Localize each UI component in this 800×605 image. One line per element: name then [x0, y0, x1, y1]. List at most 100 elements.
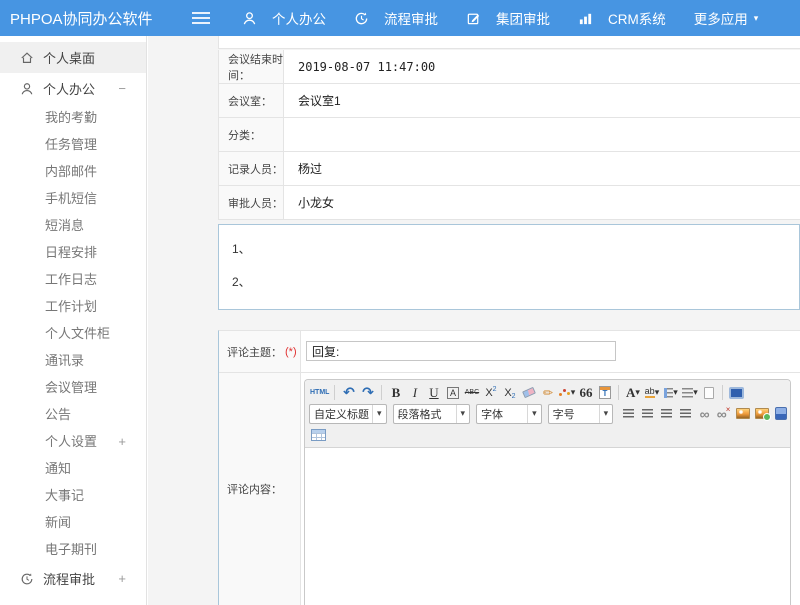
sidebar-item-label: 个人设置 — [45, 434, 97, 449]
field-value-meeting-end-time: 2019-08-07 11:47:00 — [284, 50, 800, 83]
chevron-down-icon: ▾ — [754, 14, 759, 23]
bar-chart-icon — [578, 11, 593, 26]
remove-format-button[interactable] — [520, 384, 537, 401]
blockquote-button[interactable]: 66 — [577, 384, 594, 401]
field-label: 审批人员： — [219, 186, 284, 219]
toolbar-row-1: HTML ↶ ↷ B I U A ABC X2 X2 — [309, 382, 786, 403]
insert-media-button[interactable] — [772, 405, 789, 422]
upload-image-button[interactable] — [753, 405, 770, 422]
align-right-button[interactable] — [658, 405, 675, 422]
font-color-button[interactable]: A▾ — [624, 384, 641, 401]
nav-more-apps[interactable]: 更多应用 ▾ — [694, 8, 759, 28]
comment-subject-row: 评论主题： (*) — [219, 331, 800, 373]
special-color-button[interactable]: ▾ — [558, 384, 575, 401]
sidebar-item-attendance[interactable]: 我的考勤 — [0, 104, 146, 131]
comment-subject-input[interactable] — [306, 341, 616, 361]
new-document-button[interactable] — [700, 384, 717, 401]
paste-as-text-button[interactable]: T — [596, 384, 613, 401]
nav-crm-system[interactable]: CRM系统 — [578, 8, 666, 28]
custom-heading-select[interactable]: 自定义标题▾ — [309, 404, 387, 424]
insert-image-button[interactable] — [734, 405, 751, 422]
subscript-button[interactable]: X2 — [501, 384, 518, 401]
bold-button[interactable]: B — [387, 384, 404, 401]
sidebar-item-e-journal[interactable]: 电子期刊 — [0, 536, 146, 563]
nav-personal-office[interactable]: 个人办公 — [242, 8, 326, 28]
sidebar-item-personal-files[interactable]: 个人文件柜 — [0, 320, 146, 347]
sidebar-item-announcement[interactable]: 公告 — [0, 401, 146, 428]
unordered-list-button[interactable]: ▾ — [681, 384, 698, 401]
font-size-select[interactable]: 字号▾ — [548, 404, 614, 424]
user-icon — [20, 82, 34, 96]
app-title: PHPOA协同办公软件 — [0, 8, 180, 29]
collapse-icon[interactable]: − — [118, 81, 126, 96]
font-style-button[interactable]: A — [444, 384, 461, 401]
sidebar-item-contacts[interactable]: 通讯录 — [0, 347, 146, 374]
required-mark: (*) — [285, 346, 297, 358]
sidebar-item-short-message[interactable]: 短消息 — [0, 212, 146, 239]
sidebar-item-notice[interactable]: 通知 — [0, 455, 146, 482]
sidebar-item-work-log[interactable]: 工作日志 — [0, 266, 146, 293]
sidebar-item-workflow-approval[interactable]: 流程审批 + — [0, 563, 146, 594]
expand-icon[interactable]: + — [118, 571, 126, 586]
remove-link-button[interactable]: ∞× — [715, 405, 732, 422]
field-label: 评论主题： — [227, 344, 282, 360]
insert-link-button[interactable]: ∞ — [696, 405, 713, 422]
insert-table-button[interactable] — [310, 426, 327, 443]
main-content: 会议结束时间： 2019-08-07 11:47:00 会议室： 会议室1 分类… — [148, 36, 800, 605]
field-value-recorder: 杨过 — [284, 152, 800, 185]
justify-icon — [680, 409, 691, 419]
expand-icon[interactable]: + — [118, 428, 126, 455]
sidebar-item-meeting-management[interactable]: 会议管理 — [0, 374, 146, 401]
italic-button[interactable]: I — [406, 384, 423, 401]
sidebar-item-internal-mail[interactable]: 内部邮件 — [0, 158, 146, 185]
unordered-list-icon — [682, 388, 693, 398]
user-icon — [242, 11, 257, 26]
sidebar-item-personal-office[interactable]: 个人办公 − — [0, 73, 146, 104]
strikethrough-button[interactable]: ABC — [463, 384, 480, 401]
superscript-button[interactable]: X2 — [482, 384, 499, 401]
align-center-button[interactable] — [639, 405, 656, 422]
field-label: 会议室： — [219, 84, 284, 117]
sidebar-item-schedule[interactable]: 日程安排 — [0, 239, 146, 266]
sidebar-item-label: 流程审批 — [43, 569, 95, 588]
history-icon — [354, 11, 369, 26]
align-left-button[interactable] — [620, 405, 637, 422]
sidebar-item-personal-settings[interactable]: 个人设置 + — [0, 428, 146, 455]
sidebar-item-label: 我的考勤 — [45, 110, 97, 125]
sidebar-item-tasks[interactable]: 任务管理 — [0, 131, 146, 158]
table-row: 记录人员： 杨过 — [219, 152, 800, 186]
format-painter-button[interactable]: ✏ — [539, 384, 556, 401]
rich-text-editor: HTML ↶ ↷ B I U A ABC X2 X2 — [304, 379, 791, 605]
meeting-minutes-box[interactable]: 1、 2、 — [218, 224, 800, 310]
sidebar-item-label: 通知 — [45, 461, 71, 476]
select-value: 段落格式 — [394, 406, 456, 422]
source-code-button[interactable]: HTML — [310, 384, 329, 401]
underline-button[interactable]: U — [425, 384, 442, 401]
align-right-icon — [661, 409, 672, 419]
undo-button[interactable]: ↶ — [340, 384, 357, 401]
justify-button[interactable] — [677, 405, 694, 422]
fullscreen-button[interactable] — [728, 384, 745, 401]
paragraph-format-select[interactable]: 段落格式▾ — [393, 404, 471, 424]
sidebar-item-major-events[interactable]: 大事记 — [0, 482, 146, 509]
chevron-down-icon: ▾ — [527, 405, 541, 423]
sidebar-item-label: 个人桌面 — [43, 48, 95, 67]
sidebar-item-label: 日程安排 — [45, 245, 97, 260]
hamburger-menu-icon[interactable] — [192, 12, 210, 24]
redo-button[interactable]: ↷ — [359, 384, 376, 401]
sidebar-item-mobile-sms[interactable]: 手机短信 — [0, 185, 146, 212]
sidebar-item-personal-desktop[interactable]: 个人桌面 — [0, 42, 146, 73]
font-color-icon: A — [626, 385, 635, 401]
chevron-down-icon: ▾ — [571, 388, 576, 397]
highlight-button[interactable]: ab▾ — [643, 384, 660, 401]
sidebar-item-news[interactable]: 新闻 — [0, 509, 146, 536]
sidebar-item-work-plan[interactable]: 工作计划 — [0, 293, 146, 320]
font-family-select[interactable]: 字体▾ — [476, 404, 542, 424]
ordered-list-button[interactable]: ▾ — [662, 384, 679, 401]
media-icon — [775, 407, 787, 420]
nav-workflow-approval[interactable]: 流程审批 — [354, 8, 438, 28]
editor-content[interactable] — [305, 448, 790, 605]
nav-group-approval[interactable]: 集团审批 — [466, 8, 550, 28]
chevron-down-icon: ▾ — [456, 405, 470, 423]
sidebar: 个人桌面 个人办公 − 我的考勤 任务管理 内部邮件 手机短信 短消息 日程安排… — [0, 36, 147, 605]
